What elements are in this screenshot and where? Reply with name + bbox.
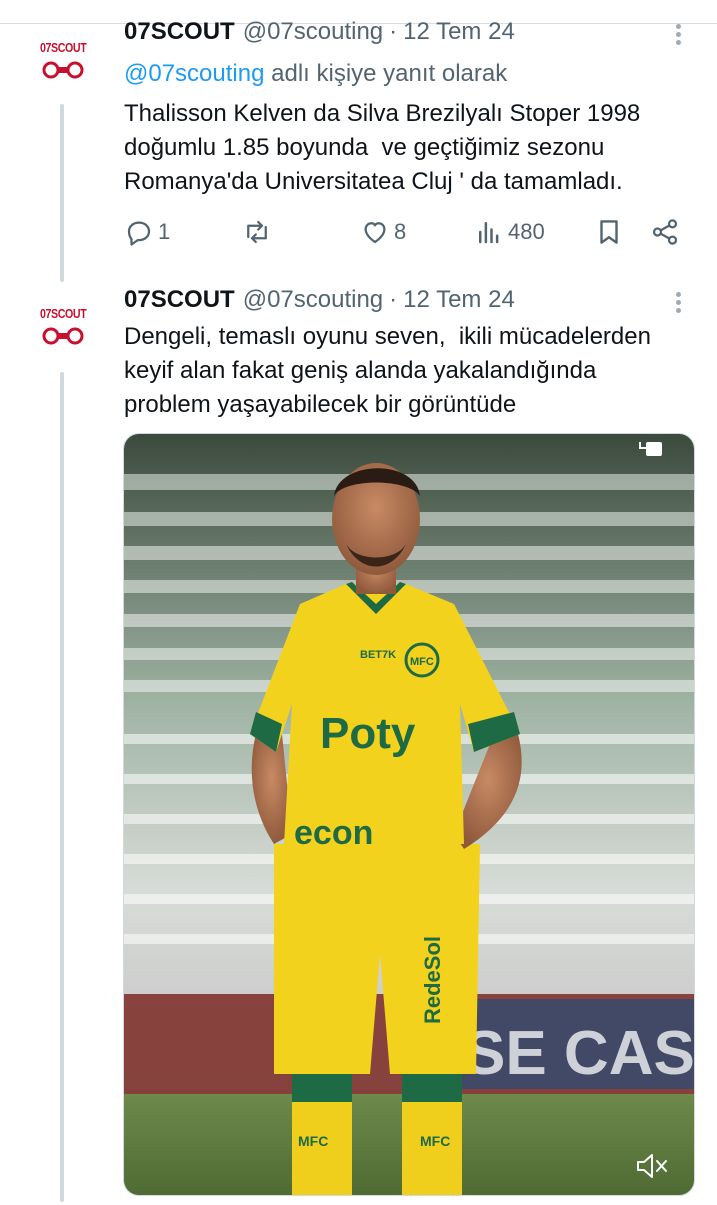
user-handle[interactable]: @07scouting xyxy=(243,286,383,314)
gif-icon xyxy=(639,442,662,456)
tweet-player-analysis[interactable]: 07SCOUT 07SCOUT @07scouting · 12 Tem 24 … xyxy=(0,0,717,1205)
lower-sponsor-text: econ xyxy=(294,814,373,852)
club-crest-text: MFC xyxy=(410,656,434,668)
avatar[interactable]: 07SCOUT xyxy=(32,302,94,354)
binoculars-icon xyxy=(42,327,84,345)
more-vertical-icon[interactable] xyxy=(670,288,688,318)
shirt-sponsor-text: Poty xyxy=(320,709,416,758)
sock-text-left: MFC xyxy=(298,1133,328,1149)
player-photo: SE CAS MFC MFC RedeSol Poty BET7K MFC ec… xyxy=(124,434,695,1195)
tweet-text-line: problem yaşayabilecek bir görüntüde xyxy=(124,391,517,418)
display-name[interactable]: 07SCOUT xyxy=(124,286,235,314)
volume-mute-icon[interactable] xyxy=(634,1151,670,1181)
tweet-text: Dengeli, temaslı oyunu seven, ikili müca… xyxy=(124,320,704,422)
tweet-header: 07SCOUT @07scouting · 12 Tem 24 xyxy=(124,286,515,316)
avatar-logo-text: 07SCOUT xyxy=(40,306,87,321)
tweet-text-line: keyif alan fakat geniş alanda yakalandığ… xyxy=(124,357,597,384)
tweet-video[interactable]: SE CAS MFC MFC RedeSol Poty BET7K MFC ec… xyxy=(123,433,695,1196)
tweet-text-line: Dengeli, temaslı oyunu seven, ikili müca… xyxy=(124,323,651,350)
thread-line xyxy=(60,372,64,1202)
separator-dot: · xyxy=(389,286,398,313)
tweet-date[interactable]: 12 Tem 24 xyxy=(403,286,515,314)
ad-board-text: SE CAS xyxy=(464,1019,695,1088)
sleeve-sponsor-text: BET7K xyxy=(360,649,396,661)
shorts-sponsor-text: RedeSol xyxy=(420,936,445,1024)
sock-text-right: MFC xyxy=(420,1133,450,1149)
